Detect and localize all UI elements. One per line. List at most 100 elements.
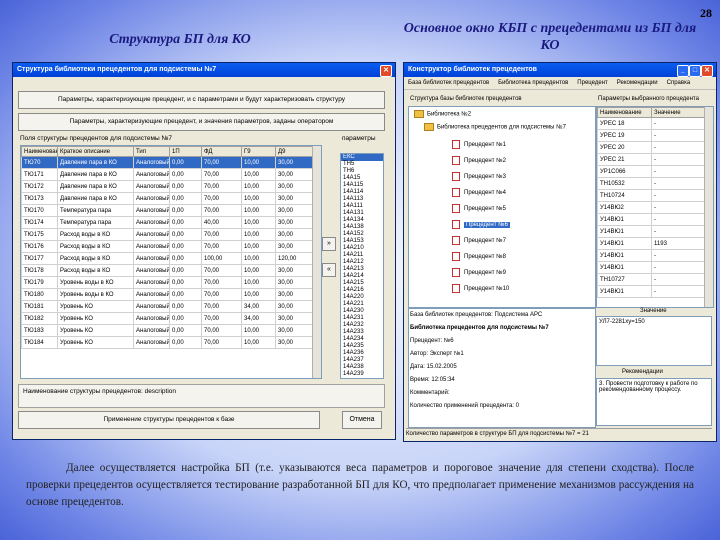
table-row[interactable]: У14ВЮ1 1193 <box>597 237 706 250</box>
list-item[interactable]: 14А238 <box>341 364 383 371</box>
param-scrollbar[interactable] <box>704 107 713 307</box>
tree-item[interactable]: Прецедент №7 <box>452 236 506 245</box>
list-item[interactable]: 14А231 <box>341 315 383 322</box>
table-row[interactable]: ТЮ183 Уровень КО Аналоговый 0,00 70,00 10,00 3… <box>21 324 314 337</box>
apply-structure-button[interactable]: Применение структуры прецедентов к базе <box>18 411 320 429</box>
column-header[interactable]: Д9 <box>275 146 314 157</box>
list-item[interactable]: 14А131 <box>341 210 383 217</box>
list-item[interactable]: 14А213 <box>341 266 383 273</box>
list-item[interactable]: 14А234 <box>341 336 383 343</box>
list-item[interactable]: 14А115 <box>341 182 383 189</box>
list-item[interactable]: 14А214 <box>341 273 383 280</box>
table-row[interactable]: У14ВЮ1- <box>597 285 706 298</box>
list-item[interactable]: 14А220 <box>341 294 383 301</box>
table-row[interactable]: УРЕС 21- <box>597 153 706 166</box>
tree-item[interactable]: Прецедент №3 <box>452 172 506 181</box>
list-item[interactable]: ЕКС <box>341 154 383 161</box>
table-row[interactable]: ТЮ172 Давление пара в КО Аналоговый 0,00 70,… <box>21 180 314 193</box>
menu-item[interactable]: Библиотека прецедентов <box>498 80 568 86</box>
list-item[interactable]: 14А232 <box>341 322 383 329</box>
structure-window-titlebar[interactable]: Структура библиотеки прецедентов для под… <box>13 63 395 77</box>
tree-root[interactable]: Библиотека №2 <box>414 110 471 119</box>
table-row[interactable]: УРЕС 19- <box>597 129 706 142</box>
tree-item[interactable]: Прецедент №1 <box>452 140 506 149</box>
tree-item[interactable]: Прецедент №6 <box>452 220 510 229</box>
list-item[interactable]: 14А221 <box>341 301 383 308</box>
table-row[interactable]: ТЮ181 Уровень КО Аналоговый 0,00 70,00 34,00 3… <box>21 300 314 313</box>
menu-item[interactable]: Прецедент <box>577 80 607 86</box>
tree-item[interactable]: Прецедент №8 <box>452 252 506 261</box>
list-item[interactable]: 14А113 <box>341 196 383 203</box>
close-icon[interactable]: ✕ <box>701 65 713 77</box>
table-row[interactable]: ТЮ176 Расход воды в КО Аналоговый 0,00 70,00… <box>21 240 314 253</box>
close-icon[interactable]: ✕ <box>380 65 392 77</box>
tree-item[interactable]: Прецедент №2 <box>452 156 506 165</box>
table-row[interactable]: ТЮ180 Уровень воды в КО Аналоговый 0,00 70,0… <box>21 288 314 301</box>
menu-item[interactable]: Справка <box>667 80 691 86</box>
table-row[interactable]: УРЕС 20- <box>597 141 706 154</box>
list-item[interactable]: 14А235 <box>341 343 383 350</box>
list-item[interactable]: ТН6 <box>341 168 383 175</box>
table-row[interactable]: ТЮ170 Температура пара Аналоговый 0,00 70,00… <box>21 204 314 217</box>
list-item[interactable]: 14А134 <box>341 217 383 224</box>
table-row[interactable]: ТЮ175 Расход воды в КО Аналоговый 0,00 70,00… <box>21 228 314 241</box>
cancel-button[interactable]: Отмена <box>342 411 382 429</box>
table-row[interactable]: У14ВЮ1- <box>597 225 706 238</box>
list-item[interactable]: 14А215 <box>341 280 383 287</box>
list-item[interactable]: 14А111 <box>341 203 383 210</box>
column-header[interactable]: Значение <box>651 107 706 118</box>
table-row[interactable]: УР1С066- <box>597 165 706 178</box>
list-item[interactable]: 14А138 <box>341 224 383 231</box>
table-row[interactable]: ТЮ182 Уровень КО Аналоговый 0,00 70,00 34,00 3… <box>21 312 314 325</box>
list-item[interactable]: 14А216 <box>341 287 383 294</box>
table-row[interactable]: ТЮ70 Давление пара в КО Аналоговый 0,00 70,0… <box>21 156 314 169</box>
menu-item[interactable]: База библиотек прецедентов <box>408 80 489 86</box>
list-item[interactable]: 14А114 <box>341 189 383 196</box>
table-row[interactable]: ТЮ171 Давление пара в КО Аналоговый 0,00 70,… <box>21 168 314 181</box>
table-row[interactable]: У14ВЮ1- <box>597 261 706 274</box>
list-item[interactable]: ТН5 <box>341 161 383 168</box>
table-row[interactable]: ТЮ174 Температура пара Аналоговый 0,00 40,00… <box>21 216 314 229</box>
list-item[interactable]: 14А230 <box>341 308 383 315</box>
list-item[interactable]: 14А15 <box>341 175 383 182</box>
param-characterize-button[interactable]: Параметры, характеризующие прецедент, и … <box>18 91 385 109</box>
list-item[interactable]: 14А210 <box>341 245 383 252</box>
column-header[interactable]: Г9 <box>241 146 276 157</box>
maximize-icon[interactable]: □ <box>689 65 701 77</box>
tree-item[interactable]: Прецедент №9 <box>452 268 506 277</box>
table-scrollbar[interactable] <box>312 146 321 378</box>
table-row[interactable]: ТН10724- <box>597 189 706 202</box>
column-header[interactable]: 1П <box>169 146 202 157</box>
table-row[interactable]: ТЮ178 Расход воды в КО Аналоговый 0,00 70,00… <box>21 264 314 277</box>
list-item[interactable]: 14А236 <box>341 350 383 357</box>
table-row[interactable]: У14ВЮ1- <box>597 249 706 262</box>
table-row[interactable]: ТЮ177 Расход воды в КО Аналоговый 0,00 100,0… <box>21 252 314 265</box>
constructor-window-titlebar[interactable]: Конструктор библиотек прецедентов _ □ ✕ <box>404 63 716 77</box>
table-row[interactable]: У14ВЮ1- <box>597 213 706 226</box>
move-right-button[interactable]: » <box>322 237 336 251</box>
list-item[interactable]: 14А212 <box>341 259 383 266</box>
table-row[interactable]: ТЮ184 Уровень КО Аналоговый 0,00 70,00 10,00 3… <box>21 336 314 349</box>
table-row[interactable]: ТН10727- <box>597 273 706 286</box>
column-header[interactable]: Наименование <box>21 146 58 157</box>
tree-item[interactable]: Прецедент №4 <box>452 188 506 197</box>
notes-box[interactable]: УЛ7-2281ху=150 <box>596 316 712 366</box>
recommend-box[interactable]: 3. Провести подготовку к работе по реком… <box>596 378 712 426</box>
tree-item[interactable]: Прецедент №10 <box>452 284 509 293</box>
table-row[interactable]: У14ВЮ2- <box>597 201 706 214</box>
param-values-button[interactable]: Параметры, характеризующие прецедент, и … <box>18 113 385 131</box>
column-header[interactable]: Краткое описание <box>57 146 134 157</box>
params-listbox[interactable]: ЕКС ТН5 ТН6 14А15 14А115 14А114 14А113 14А111 14… <box>340 153 384 379</box>
minimize-icon[interactable]: _ <box>677 65 689 77</box>
list-item[interactable]: 14А152 <box>341 231 383 238</box>
list-item[interactable]: 14А233 <box>341 329 383 336</box>
list-item[interactable]: 14А239 <box>341 371 383 378</box>
list-item[interactable]: 14А237 <box>341 357 383 364</box>
table-row[interactable]: ТЮ179 Уровень воды в КО Аналоговый 0,00 70,0… <box>21 276 314 289</box>
table-row[interactable]: ТЮ173 Давление пара в КО Аналоговый 0,00 70,… <box>21 192 314 205</box>
table-row[interactable]: ТН10532- <box>597 177 706 190</box>
column-header[interactable]: Наименование <box>597 107 652 118</box>
column-header[interactable]: Тип <box>133 146 170 157</box>
list-item[interactable]: 14А240 <box>341 378 383 379</box>
list-item[interactable]: 14А153 <box>341 238 383 245</box>
